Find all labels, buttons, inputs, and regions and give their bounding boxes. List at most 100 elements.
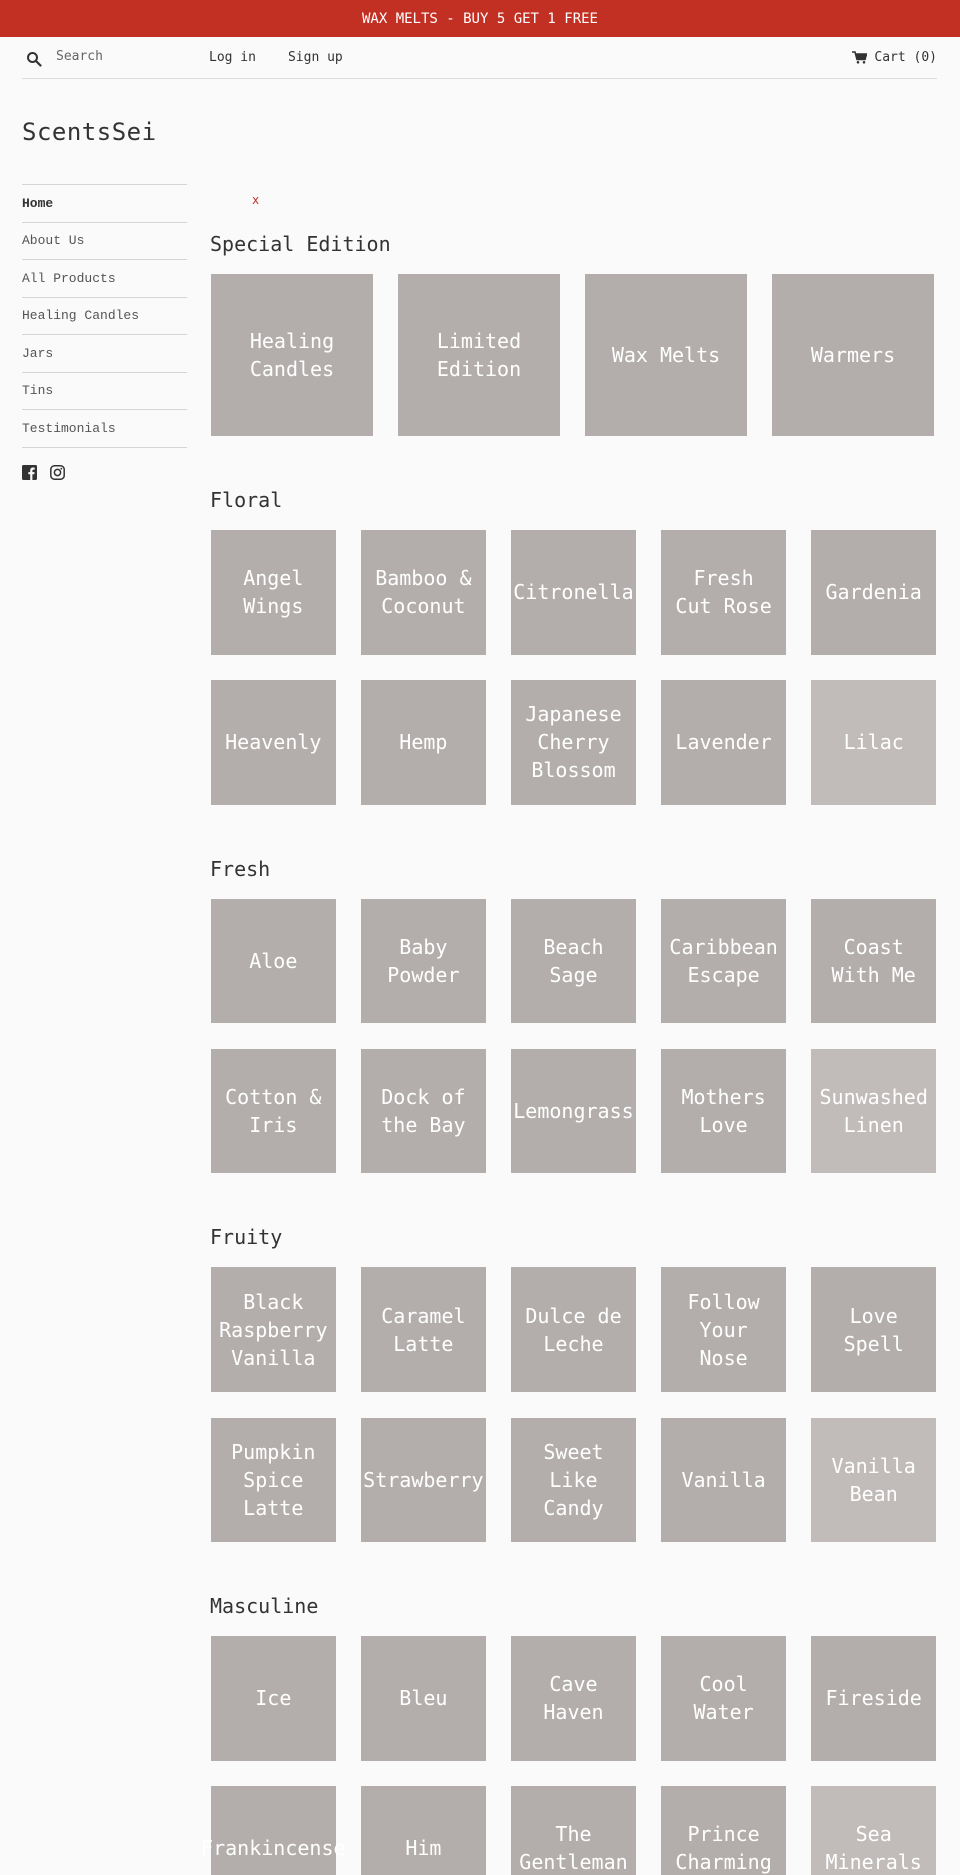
collection-card-label: Lemongrass xyxy=(513,1099,634,1124)
collection-card-label: Lavender xyxy=(675,730,772,755)
collection-card-label: Vanilla Bean xyxy=(831,1453,916,1506)
collection-card-label: Fresh Cut Rose xyxy=(675,566,772,619)
collection-card[interactable]: Lavender xyxy=(661,680,786,805)
instagram-icon[interactable] xyxy=(50,465,65,480)
collection-card-label: Bleu xyxy=(399,1686,448,1711)
collection-card[interactable]: Lemongrass xyxy=(511,1048,636,1174)
collection-card[interactable]: Fresh Cut Rose xyxy=(661,530,786,655)
collection-card[interactable]: Wax Melts xyxy=(585,274,747,436)
collection-card[interactable]: Baby Powder xyxy=(361,898,486,1024)
announcement-bar[interactable]: WAX MELTS - BUY 5 GET 1 FREE xyxy=(0,0,960,37)
collection-card-label: Caramel Latte xyxy=(381,1303,466,1356)
collection-card[interactable]: Citronella xyxy=(511,530,636,655)
sidebar-item-about-us[interactable]: About Us xyxy=(22,223,187,260)
sidebar-item-all-products[interactable]: All Products xyxy=(22,260,187,298)
collection-card[interactable]: Healing Candles xyxy=(211,274,373,436)
collection-card[interactable]: Follow Your Nose xyxy=(661,1267,786,1392)
collection-card-label: Strawberry xyxy=(363,1467,484,1492)
site-logo[interactable]: ScentsSei xyxy=(22,118,157,146)
collection-card-label: Coast With Me xyxy=(831,934,916,987)
collection-card-label: Beach Sage xyxy=(543,934,604,987)
section-title: Fruity xyxy=(210,1225,283,1250)
collection-card[interactable]: Ice xyxy=(211,1636,336,1761)
collection-card[interactable]: Cave Haven xyxy=(511,1636,636,1761)
collection-card[interactable]: Limited Edition xyxy=(398,274,560,436)
collection-card[interactable]: Aloe xyxy=(211,898,336,1024)
collection-card-label: The Gentleman xyxy=(519,1822,628,1875)
collection-card-label: Follow Your Nose xyxy=(687,1289,760,1370)
cart-label: Cart (0) xyxy=(874,50,937,65)
collection-card-label: Lilac xyxy=(843,730,904,755)
collection-card-label: Caribbean Escape xyxy=(669,934,778,987)
collection-card[interactable]: Love Spell xyxy=(811,1267,936,1392)
collection-card-label: Japanese Cherry Blossom xyxy=(525,702,622,783)
collection-card-label: Sunwashed Linen xyxy=(819,1085,928,1138)
announcement-text[interactable]: WAX MELTS - BUY 5 GET 1 FREE xyxy=(362,11,598,27)
collection-card[interactable]: Pumpkin Spice Latte xyxy=(211,1417,336,1543)
collection-card-label: Prince Charming xyxy=(675,1822,772,1875)
collection-card-label: Healing Candles xyxy=(249,329,335,381)
cart-link[interactable]: Cart (0) xyxy=(852,50,937,65)
collection-card-label: Cool Water xyxy=(693,1672,754,1725)
collection-card[interactable]: Coast With Me xyxy=(811,898,936,1024)
sidebar-item-healing-candles[interactable]: Healing Candles xyxy=(22,298,187,335)
collection-card-label: Ice xyxy=(255,1686,292,1711)
collection-card[interactable]: Mothers Love xyxy=(661,1048,786,1174)
collection-card[interactable]: Strawberry xyxy=(361,1417,486,1543)
section-title: Masculine xyxy=(210,1594,319,1619)
collection-card-label: Love Spell xyxy=(843,1303,904,1356)
collection-card-label: Fireside xyxy=(825,1686,922,1711)
signup-link[interactable]: Sign up xyxy=(288,50,343,65)
collection-card[interactable]: Vanilla xyxy=(661,1417,786,1543)
collection-card-label: Sea Minerals xyxy=(825,1822,922,1875)
collection-card[interactable]: Warmers xyxy=(772,274,934,436)
collection-card[interactable]: Dock of the Bay xyxy=(361,1048,486,1174)
collection-card[interactable]: Bamboo & Coconut xyxy=(361,530,486,655)
collection-card[interactable]: The Gentleman xyxy=(511,1786,636,1875)
collection-card-label: Cotton & Iris xyxy=(225,1085,322,1138)
sidebar-item-home[interactable]: Home xyxy=(22,185,187,223)
collection-card[interactable]: Frankincense xyxy=(201,1786,346,1875)
facebook-icon[interactable] xyxy=(22,465,37,480)
collection-card-label: Pumpkin Spice Latte xyxy=(231,1439,316,1520)
search-form[interactable] xyxy=(22,48,209,67)
collection-card[interactable]: Black Raspberry Vanilla xyxy=(211,1267,336,1392)
collection-card[interactable]: Prince Charming xyxy=(661,1786,786,1875)
collection-card[interactable]: Vanilla Bean xyxy=(811,1417,936,1543)
section-title: Floral xyxy=(210,488,283,512)
collection-card-label: Vanilla xyxy=(681,1467,766,1492)
collection-card[interactable]: Cotton & Iris xyxy=(211,1048,336,1174)
collection-card[interactable]: Caribbean Escape xyxy=(661,898,786,1024)
collection-card[interactable]: Cool Water xyxy=(661,1636,786,1761)
collection-card[interactable]: Sea Minerals xyxy=(811,1786,936,1875)
collection-card-label: Mothers Love xyxy=(681,1085,766,1138)
collection-card[interactable]: Lilac xyxy=(811,680,936,805)
collection-card[interactable]: Caramel Latte xyxy=(361,1267,486,1392)
collection-card-label: Dock of the Bay xyxy=(381,1085,466,1138)
close-icon[interactable]: x xyxy=(252,193,259,207)
sidebar-item-testimonials[interactable]: Testimonials xyxy=(22,410,187,448)
collection-card-label: Frankincense xyxy=(201,1836,346,1861)
collection-card[interactable]: Hemp xyxy=(361,680,486,805)
collection-card[interactable]: Angel Wings xyxy=(211,530,336,655)
search-icon[interactable] xyxy=(26,51,42,67)
section-title: Fresh xyxy=(210,856,271,881)
collection-card[interactable]: Sunwashed Linen xyxy=(811,1048,936,1174)
collection-card[interactable]: Fireside xyxy=(811,1636,936,1761)
sidebar-item-jars[interactable]: Jars xyxy=(22,335,187,373)
collection-card[interactable]: Heavenly xyxy=(211,680,336,805)
collection-card[interactable]: Bleu xyxy=(361,1636,486,1761)
login-link[interactable]: Log in xyxy=(209,50,256,65)
search-input[interactable] xyxy=(56,48,176,64)
collection-card[interactable]: Dulce de Leche xyxy=(511,1267,636,1392)
collection-card[interactable]: Sweet Like Candy xyxy=(511,1417,636,1543)
sidebar-item-tins[interactable]: Tins xyxy=(22,373,187,410)
collection-card[interactable]: Japanese Cherry Blossom xyxy=(511,680,636,805)
collection-card-label: Baby Powder xyxy=(387,934,460,987)
collection-card-label: Limited Edition xyxy=(436,329,522,381)
collection-card-label: Bamboo & Coconut xyxy=(375,566,472,619)
collection-card[interactable]: Beach Sage xyxy=(511,898,636,1024)
collection-card[interactable]: Gardenia xyxy=(811,530,936,655)
collection-card[interactable]: Him xyxy=(361,1786,486,1875)
cart-icon xyxy=(852,51,868,64)
